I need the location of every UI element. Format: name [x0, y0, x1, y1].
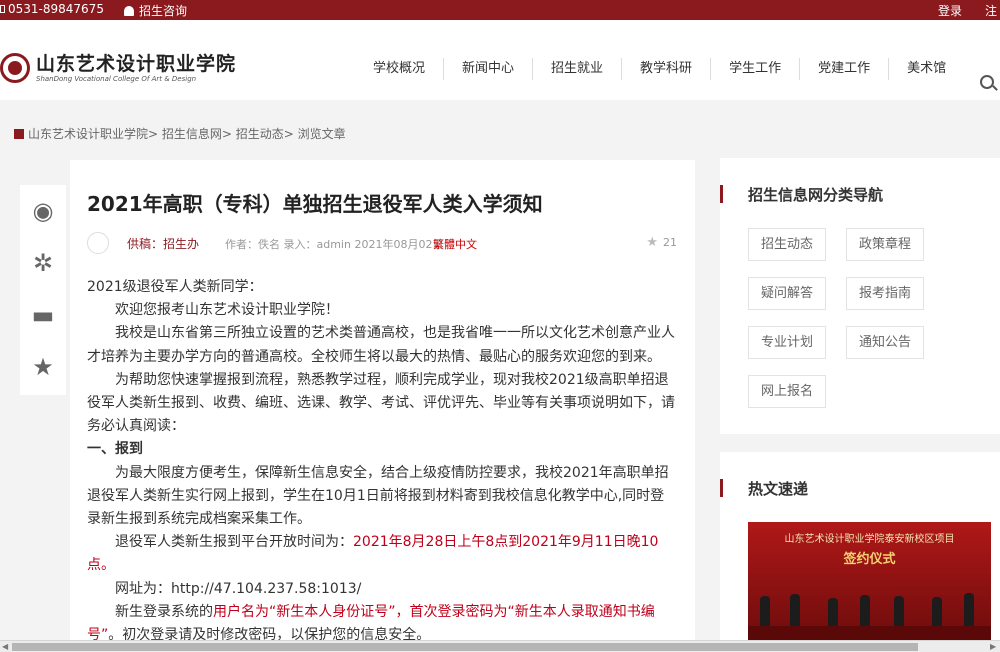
avatar: [87, 232, 109, 254]
nav-item-party-building[interactable]: 党建工作: [800, 58, 890, 80]
welcome-line: 欢迎您报考山东艺术设计职业学院！: [115, 302, 339, 319]
tag-policy[interactable]: 政策章程: [846, 228, 925, 261]
bell-icon: [124, 5, 134, 16]
logo-english-name: ShanDong Vocational College Of Art & Des…: [36, 75, 197, 83]
phone-number: 0531-89847675: [8, 2, 104, 16]
article-card: 2021年高职（专科）单独招生退役军人类入学须知 供稿：招生办 作者：佚名 录入…: [70, 160, 695, 643]
traditional-chinese-link[interactable]: 繁體中文: [433, 236, 477, 252]
hot-articles-title: 热文速递: [748, 480, 809, 498]
college-seal-icon: [0, 53, 30, 83]
tag-faq[interactable]: 疑问解答: [748, 277, 827, 310]
comment-icon[interactable]: ▬: [20, 289, 66, 341]
greeting: 2021级退役军人类新同学：: [87, 279, 263, 295]
nav-item-news[interactable]: 新闻中心: [444, 58, 534, 80]
section-heading-registration: 一、报到: [87, 441, 143, 458]
scroll-right-arrow-icon[interactable]: ▶: [990, 642, 996, 651]
article-body: 2021级退役军人类新同学： 欢迎您报考山东艺术设计职业学院！ 我校是山东省第三…: [87, 276, 677, 647]
nav-item-school-overview[interactable]: 学校概况: [355, 58, 445, 80]
platform-time-label: 退役军人类新生报到平台开放时间为：: [115, 534, 353, 551]
article-title: 2021年高职（专科）单独招生退役军人类入学须知: [87, 192, 543, 216]
weibo-icon[interactable]: ◉: [20, 185, 66, 237]
url-line[interactable]: 网址为：http://47.104.237.58:1013/: [87, 578, 677, 601]
consult-label: 招生咨询: [139, 4, 188, 18]
consult-link[interactable]: 招生咨询: [124, 2, 187, 19]
wechat-moments-icon[interactable]: ✲: [20, 237, 66, 289]
main-nav: 学校概况 新闻中心 招生就业 教学科研 学生工作 党建工作 美术馆: [355, 58, 964, 80]
like-counter[interactable]: ★ 21: [646, 235, 677, 250]
tag-notice[interactable]: 通知公告: [846, 326, 925, 359]
image-caption-line1: 山东艺术设计职业学院泰安新校区项目: [784, 534, 955, 545]
horizontal-scrollbar[interactable]: ◀ ▶: [0, 640, 1000, 652]
login-link[interactable]: 登录: [938, 2, 962, 19]
breadcrumb-path[interactable]: 山东艺术设计职业学院> 招生信息网> 招生动态> 浏览文章: [28, 125, 346, 142]
image-caption-line2: 签约仪式: [843, 552, 896, 567]
purpose-paragraph: 为帮助您快速掌握报到流程，熟悉教学过程，顺利完成学业，现对我校2021级高职单招…: [87, 371, 675, 435]
scroll-left-arrow-icon[interactable]: ◀: [2, 642, 8, 651]
platform-time-paragraph: 退役军人类新生报到平台开放时间为：2021年8月28日上午8点到2021年9月1…: [87, 531, 677, 577]
hot-article-image[interactable]: 山东艺术设计职业学院泰安新校区项目 签约仪式: [748, 522, 991, 640]
nav-item-art-museum[interactable]: 美术馆: [889, 58, 964, 80]
scrollbar-thumb[interactable]: [12, 643, 918, 651]
top-bar: 0531-89847675 招生咨询 登录 注: [0, 0, 1000, 20]
phone-info: 0531-89847675: [0, 2, 104, 16]
article-author-date: 作者：佚名 录入：admin 2021年08月02日: [225, 238, 444, 251]
share-toolbar: ◉ ✲ ▬ ★: [20, 185, 66, 395]
category-nav-panel: 招生信息网分类导航 招生动态 政策章程 疑问解答 报考指南 专业计划 通知公告 …: [720, 158, 1000, 434]
nav-item-student-affairs[interactable]: 学生工作: [711, 58, 801, 80]
like-star-icon: ★: [646, 235, 658, 250]
tag-major-plan[interactable]: 专业计划: [748, 326, 827, 359]
hot-articles-panel: 热文速递 山东艺术设计职业学院泰安新校区项目 签约仪式: [720, 452, 1000, 640]
home-icon: [14, 128, 24, 139]
tag-online-apply[interactable]: 网上报名: [748, 375, 827, 408]
breadcrumb: 山东艺术设计职业学院> 招生信息网> 招生动态> 浏览文章: [14, 125, 346, 142]
site-logo[interactable]: 山东艺术设计职业学院 ShanDong Vocational College O…: [0, 53, 236, 83]
like-count: 21: [663, 236, 677, 249]
category-tag-list: 招生动态 政策章程 疑问解答 报考指南 专业计划 通知公告 网上报名: [748, 228, 988, 408]
title-accent-bar: [720, 479, 723, 497]
nav-item-teaching[interactable]: 教学科研: [622, 58, 712, 80]
category-nav-title: 招生信息网分类导航: [748, 186, 884, 204]
signing-table: [748, 626, 991, 640]
article-source[interactable]: 供稿：招生办: [127, 235, 199, 252]
logo-chinese-name: 山东艺术设计职业学院: [36, 53, 237, 75]
tag-admission-news[interactable]: 招生动态: [748, 228, 827, 261]
nav-item-admissions[interactable]: 招生就业: [533, 58, 623, 80]
search-icon[interactable]: [980, 75, 994, 89]
title-accent-bar: [720, 185, 723, 203]
registration-paragraph: 为最大限度方便考生，保障新生信息安全，结合上级疫情防控要求，我校2021年高职单…: [87, 464, 669, 528]
favorite-star-icon[interactable]: ★: [20, 341, 66, 393]
phone-icon: [0, 5, 5, 13]
intro-paragraph: 我校是山东省第三所独立设置的艺术类普通高校，也是我省唯一一所以文化艺术创意产业人…: [87, 325, 675, 365]
tag-guide[interactable]: 报考指南: [846, 277, 925, 310]
site-header: 山东艺术设计职业学院 ShanDong Vocational College O…: [0, 20, 1000, 100]
register-link[interactable]: 注: [985, 2, 997, 19]
login-info-prefix: 新生登录系统的: [115, 603, 213, 620]
article-meta: 供稿：招生办 作者：佚名 录入：admin 2021年08月02日 繁體中文 ★…: [87, 232, 677, 254]
